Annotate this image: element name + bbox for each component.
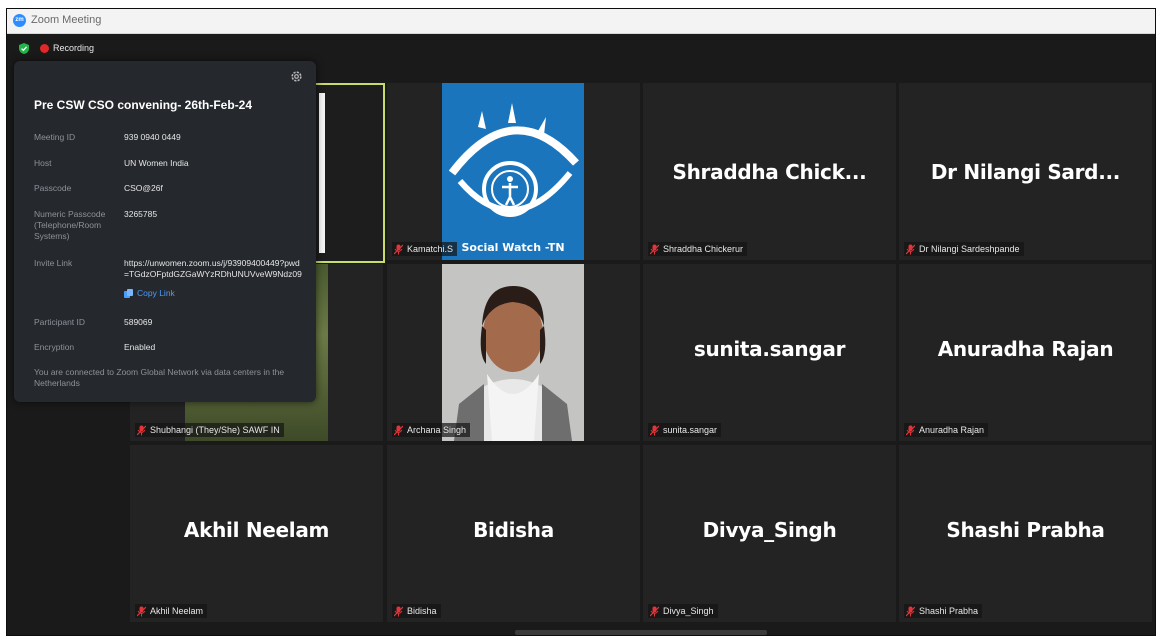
participant-display-name: Akhil Neelam <box>183 518 330 542</box>
eye-logo-icon <box>448 103 579 217</box>
numeric-passcode-label-1: Numeric Passcode <box>34 209 106 219</box>
video-tile-archana[interactable]: Archana Singh <box>387 264 640 441</box>
numeric-passcode-label-2: (Telephone/Room <box>34 220 102 230</box>
participant-label: Divya_Singh <box>648 604 718 618</box>
zoom-app-icon: zm <box>13 14 26 27</box>
muted-mic-icon <box>650 244 659 254</box>
meeting-id-label: Meeting ID <box>34 132 76 142</box>
video-tile-anuradha[interactable]: Anuradha Rajan Anuradha Rajan <box>899 264 1152 441</box>
participant-label: Kamatchi.S <box>392 242 458 256</box>
gear-icon[interactable] <box>290 70 303 83</box>
meeting-info-panel: Pre CSW CSO convening- 26th-Feb-24 Meeti… <box>14 61 316 402</box>
connection-note-line-1: You are connected to Zoom Global Network… <box>34 367 285 377</box>
host-value: UN Women India <box>124 158 189 168</box>
participant-label: Shashi Prabha <box>904 604 983 618</box>
host-label: Host <box>34 158 52 168</box>
participant-display-name: sunita.sangar <box>693 337 846 361</box>
participant-label: Archana Singh <box>392 423 471 437</box>
profile-photo <box>442 264 584 441</box>
social-watch-logo: Social Watch -TN <box>442 83 584 260</box>
copy-link-button[interactable]: Copy Link <box>124 288 175 298</box>
recording-icon <box>40 44 49 53</box>
video-tile-shashi[interactable]: Shashi Prabha Shashi Prabha <box>899 445 1152 622</box>
passcode-label: Passcode <box>34 183 72 193</box>
video-tile-akhil[interactable]: Akhil Neelam Akhil Neelam <box>130 445 383 622</box>
video-tile-kamatchi[interactable]: Social Watch -TN Kamatchi.S <box>387 83 640 260</box>
participant-name: Akhil Neelam <box>150 606 204 616</box>
participant-label: Shubhangi (They/She) SAWF IN <box>135 423 284 437</box>
participant-display-name: Bidisha <box>473 518 554 542</box>
participant-label: Dr Nilangi Sardeshpande <box>904 242 1024 256</box>
participant-id-label: Participant ID <box>34 317 86 327</box>
passcode-value: CSO@26f <box>124 183 163 193</box>
connection-note-line-2: Netherlands <box>34 378 80 388</box>
participant-display-name: Anuradha Rajan <box>937 337 1114 361</box>
participant-label: Shraddha Chickerur <box>648 242 748 256</box>
muted-mic-icon <box>650 425 659 435</box>
video-tile-divya[interactable]: Divya_Singh Divya_Singh <box>643 445 896 622</box>
encryption-value: Enabled <box>124 342 156 352</box>
muted-mic-icon <box>394 606 403 616</box>
muted-mic-icon <box>906 606 915 616</box>
participant-label: Anuradha Rajan <box>904 423 989 437</box>
participant-display-name: Shashi Prabha <box>946 518 1105 542</box>
participant-label: Akhil Neelam <box>135 604 208 618</box>
numeric-passcode-label-3: Systems) <box>34 231 70 241</box>
connection-note: You are connected to Zoom Global Network… <box>34 367 289 389</box>
window-title: Zoom Meeting <box>31 14 102 26</box>
logo-caption: Social Watch -TN <box>461 241 565 254</box>
copy-link-label: Copy Link <box>137 288 175 298</box>
muted-mic-icon <box>650 606 659 616</box>
invite-link-label: Invite Link <box>34 258 73 268</box>
invite-link-line-1[interactable]: https://unwomen.zoom.us/j/93909400449?pw… <box>124 258 300 269</box>
encryption-label: Encryption <box>34 342 75 352</box>
muted-mic-icon <box>906 425 915 435</box>
recording-label[interactable]: Recording <box>53 43 94 53</box>
numeric-passcode-value: 3265785 <box>124 209 158 219</box>
participant-name: Bidisha <box>407 606 437 616</box>
participant-label: sunita.sangar <box>648 423 722 437</box>
participant-label: Bidisha <box>392 604 441 618</box>
participant-name: Kamatchi.S <box>407 244 454 254</box>
participant-display-name: Dr Nilangi Sard... <box>930 160 1121 184</box>
video-frame-edge <box>319 93 325 253</box>
video-tile-sunita[interactable]: sunita.sangar sunita.sangar <box>643 264 896 441</box>
muted-mic-icon <box>137 425 146 435</box>
participant-id-value: 589069 <box>124 317 153 327</box>
video-tile-shraddha[interactable]: Shraddha Chick... Shraddha Chickerur <box>643 83 896 260</box>
muted-mic-icon <box>394 244 403 254</box>
participant-name: Shashi Prabha <box>919 606 979 616</box>
shield-check-icon[interactable] <box>19 43 29 54</box>
video-tile-bidisha[interactable]: Bidisha Bidisha <box>387 445 640 622</box>
gallery-scroll-bar[interactable] <box>515 630 767 635</box>
person-photo <box>442 264 584 441</box>
participant-name: Dr Nilangi Sardeshpande <box>919 244 1020 254</box>
invite-link-line-2[interactable]: =TGdzOFptdGZGaWYzRDhUNUVveW9Ndz09 <box>124 269 302 280</box>
meeting-id-value: 939 0940 0449 <box>124 132 181 142</box>
meeting-topic: Pre CSW CSO convening- 26th-Feb-24 <box>34 98 253 112</box>
muted-mic-icon <box>137 606 146 616</box>
participant-name: Divya_Singh <box>663 606 714 616</box>
title-bar: zm Zoom Meeting <box>7 9 1155 34</box>
participant-display-name: Shraddha Chick... <box>672 160 867 184</box>
muted-mic-icon <box>394 425 403 435</box>
participant-name: sunita.sangar <box>663 425 718 435</box>
participant-name: Shubhangi (They/She) SAWF IN <box>150 425 280 435</box>
meeting-top-bar: Recording <box>7 34 1155 56</box>
copy-icon <box>124 288 133 298</box>
participant-display-name: Divya_Singh <box>702 518 837 542</box>
participant-name: Shraddha Chickerur <box>663 244 744 254</box>
muted-mic-icon <box>906 244 915 254</box>
video-tile-nilangi[interactable]: Dr Nilangi Sard... Dr Nilangi Sardeshpan… <box>899 83 1152 260</box>
participant-name: Anuradha Rajan <box>919 425 985 435</box>
zoom-window: zm Zoom Meeting Recording Social Watch -… <box>6 8 1156 636</box>
participant-name: Archana Singh <box>407 425 467 435</box>
